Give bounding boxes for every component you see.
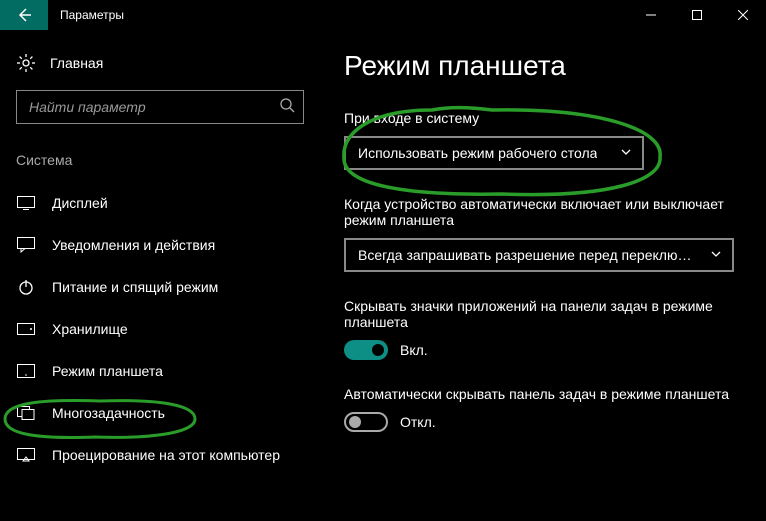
window-title: Параметры <box>60 8 124 22</box>
hidetaskbar-label: Автоматически скрывать панель задач в ре… <box>344 386 734 402</box>
toggle-state: Вкл. <box>400 342 428 358</box>
home-label: Главная <box>50 55 103 71</box>
multitask-icon <box>16 404 36 422</box>
back-button[interactable] <box>0 0 48 30</box>
sidebar-item-power[interactable]: Питание и спящий режим <box>16 266 304 308</box>
chevron-down-icon <box>710 247 722 263</box>
maximize-button[interactable] <box>674 0 720 30</box>
search-icon <box>279 97 295 118</box>
autoswitch-label: Когда устройство автоматически включает … <box>344 196 734 228</box>
hideicons-toggle[interactable] <box>344 340 388 360</box>
search-box[interactable] <box>16 90 304 124</box>
chevron-down-icon <box>620 145 632 161</box>
monitor-icon <box>16 194 36 212</box>
sidebar-item-label: Многозадачность <box>52 405 165 421</box>
titlebar: Параметры <box>0 0 766 30</box>
dropdown-value: Всегда запрашивать разрешение перед пере… <box>358 247 691 263</box>
sidebar-item-notifications[interactable]: Уведомления и действия <box>16 224 304 266</box>
project-icon <box>16 446 36 464</box>
minimize-button[interactable] <box>628 0 674 30</box>
storage-icon <box>16 320 36 338</box>
toggle-state: Откл. <box>400 414 436 430</box>
hidetaskbar-toggle[interactable] <box>344 412 388 432</box>
sidebar-item-multitasking[interactable]: Многозадачность <box>16 392 304 434</box>
home-link[interactable]: Главная <box>16 48 304 90</box>
page-title: Режим планшета <box>344 50 742 82</box>
sidebar-item-projecting[interactable]: Проецирование на этот компьютер <box>16 434 304 476</box>
sidebar-item-display[interactable]: Дисплей <box>16 182 304 224</box>
sidebar-item-label: Проецирование на этот компьютер <box>52 447 280 463</box>
arrow-left-icon <box>16 7 32 23</box>
sidebar-item-label: Режим планшета <box>52 363 163 379</box>
message-icon <box>16 236 36 254</box>
autoswitch-dropdown[interactable]: Всегда запрашивать разрешение перед пере… <box>344 238 734 272</box>
sidebar-item-label: Хранилище <box>52 321 128 337</box>
section-title: Система <box>16 152 304 168</box>
tablet-icon <box>16 362 36 380</box>
close-button[interactable] <box>720 0 766 30</box>
gear-icon <box>16 54 36 72</box>
power-icon <box>16 278 36 296</box>
sidebar-item-label: Уведомления и действия <box>52 237 215 253</box>
sidebar: Главная Система Дисплей Уведомления и де… <box>0 30 320 521</box>
sidebar-item-label: Дисплей <box>52 195 108 211</box>
signin-dropdown[interactable]: Использовать режим рабочего стола <box>344 136 644 170</box>
minimize-icon <box>646 10 656 20</box>
main-content: Режим планшета При входе в систему Испол… <box>320 30 766 521</box>
hideicons-label: Скрывать значки приложений на панели зад… <box>344 298 734 330</box>
sidebar-item-tablet-mode[interactable]: Режим планшета <box>16 350 304 392</box>
window-controls <box>628 0 766 30</box>
maximize-icon <box>692 10 702 20</box>
dropdown-value: Использовать режим рабочего стола <box>358 145 597 161</box>
search-input[interactable] <box>29 99 279 115</box>
close-icon <box>738 10 748 20</box>
signin-label: При входе в систему <box>344 110 734 126</box>
sidebar-item-label: Питание и спящий режим <box>52 279 218 295</box>
sidebar-item-storage[interactable]: Хранилище <box>16 308 304 350</box>
